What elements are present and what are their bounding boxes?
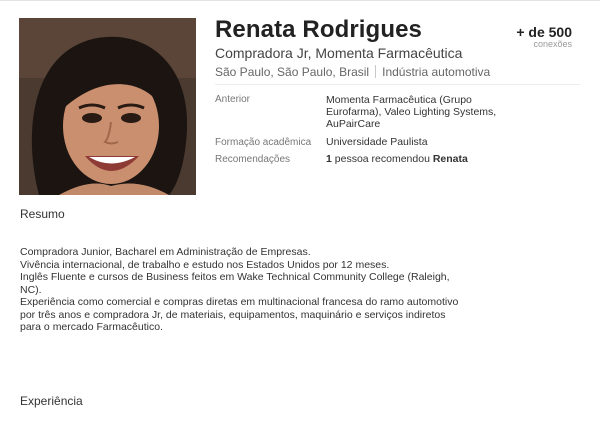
profile-name: Renata Rodrigues bbox=[215, 16, 422, 43]
summary-line: Vivência internacional, de trabalho e es… bbox=[20, 258, 390, 271]
education-label: Formação acadêmica bbox=[215, 137, 312, 148]
previous-value: Momenta Farmacêutica (Grupo Eurofarma), … bbox=[326, 94, 496, 130]
summary-line: por três anos e compradora Jr, de materi… bbox=[20, 308, 446, 321]
industry-link[interactable]: Indústria automotiva bbox=[382, 65, 490, 79]
connections-count: + de 500 bbox=[516, 24, 572, 40]
recommendations-label: Recomendações bbox=[215, 154, 291, 165]
location-industry: São Paulo, São Paulo, Brasil Indústria au… bbox=[215, 65, 490, 79]
recommendations-name: Renata bbox=[432, 153, 468, 165]
profile-photo-image bbox=[19, 18, 196, 195]
previous-label: Anterior bbox=[215, 94, 251, 105]
connections-label: conexões bbox=[533, 39, 572, 49]
summary-line: Experiência como comercial e compras dir… bbox=[20, 296, 459, 308]
recommendations-text: pessoa recomendou bbox=[331, 153, 433, 165]
header-divider bbox=[215, 84, 580, 85]
summary-line: NC). bbox=[20, 283, 42, 296]
education-value[interactable]: Universidade Paulista bbox=[326, 136, 428, 148]
location-link[interactable]: São Paulo, São Paulo, Brasil bbox=[215, 65, 369, 79]
previous-line[interactable]: Eurofarma), Valeo Lighting Systems, bbox=[326, 106, 496, 118]
summary-line: para o mercado Farmacêutico. bbox=[20, 321, 163, 333]
top-divider bbox=[0, 0, 600, 1]
profile-photo[interactable] bbox=[19, 18, 196, 195]
profile-headline: Compradora Jr, Momenta Farmacêutica bbox=[215, 45, 463, 61]
experience-title: Experiência bbox=[20, 394, 83, 408]
summary-title: Resumo bbox=[20, 207, 65, 221]
summary-line: Compradora Junior, Bacharel em Administr… bbox=[20, 246, 311, 258]
previous-line[interactable]: AuPairCare bbox=[326, 118, 496, 130]
summary-text: Compradora Junior, Bacharel em Administr… bbox=[20, 246, 490, 334]
divider bbox=[375, 65, 377, 78]
previous-line[interactable]: Momenta Farmacêutica (Grupo bbox=[326, 94, 496, 106]
summary-line: Inglês Fluente e cursos de Business feit… bbox=[20, 271, 450, 283]
recommendations-value[interactable]: 1 pessoa recomendou Renata bbox=[326, 153, 468, 165]
